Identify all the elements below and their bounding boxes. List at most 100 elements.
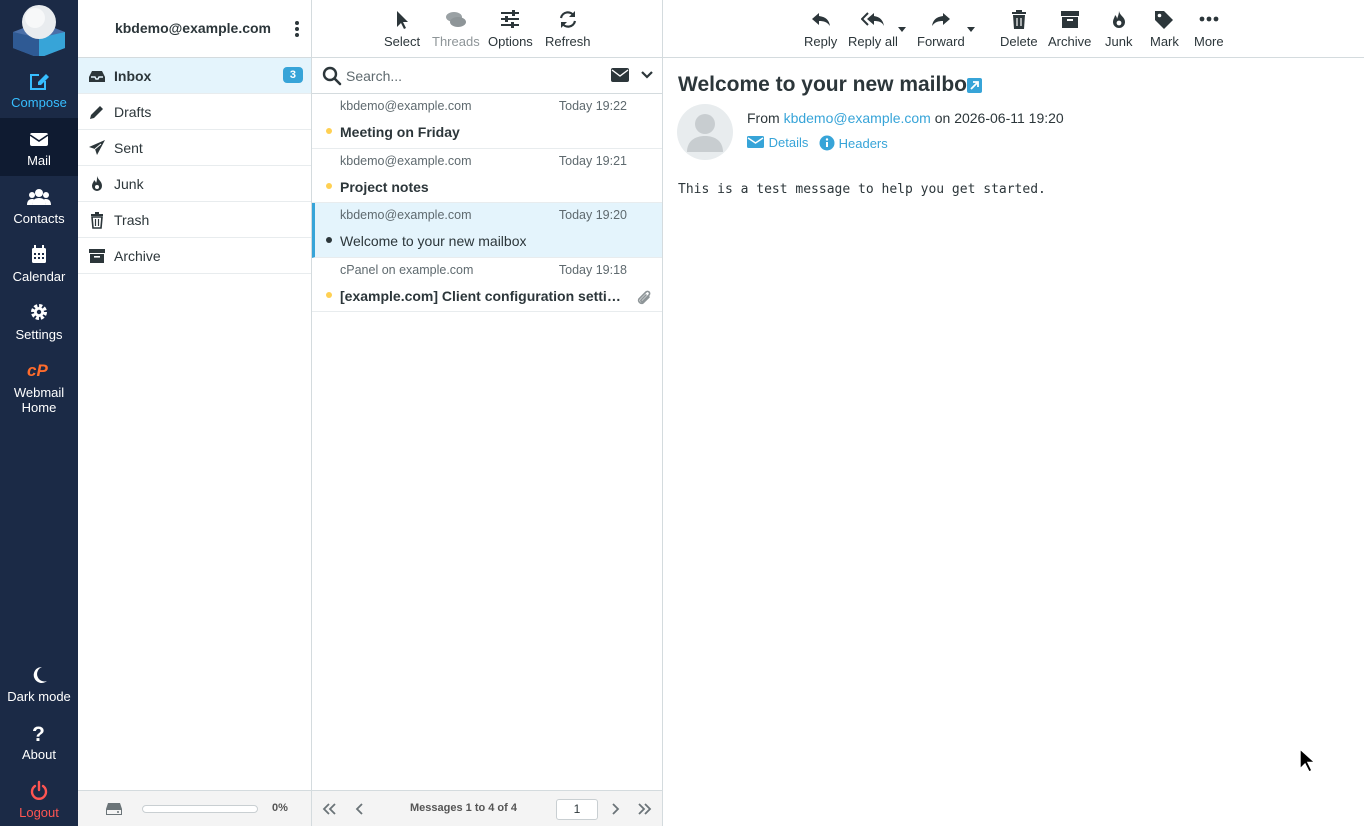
forward-button[interactable]: Forward (917, 9, 965, 49)
account-name: kbdemo@example.com (114, 20, 272, 36)
mark-button[interactable]: Mark (1150, 9, 1179, 49)
folder-header: kbdemo@example.com (78, 0, 311, 58)
folder-sent[interactable]: Sent (78, 130, 311, 166)
calendar-label: Calendar (12, 269, 66, 284)
unread-dot (326, 128, 332, 134)
folder-archive[interactable]: Archive (78, 238, 311, 274)
reply-all-dropdown-icon[interactable] (898, 27, 906, 32)
message-row[interactable]: kbdemo@example.com Today 19:22 Meeting o… (312, 94, 662, 149)
reply-label: Reply (804, 34, 838, 49)
power-icon (30, 780, 48, 800)
delete-label: Delete (1000, 34, 1038, 49)
roundcube-logo[interactable] (13, 4, 65, 56)
pagination-bar: Messages 1 to 4 of 4 1 (312, 790, 662, 826)
first-page-icon[interactable] (321, 802, 337, 816)
chevron-down-icon[interactable] (641, 70, 653, 80)
logout-button[interactable]: Logout (0, 770, 78, 826)
message-row[interactable]: kbdemo@example.com Today 19:21 Project n… (312, 149, 662, 203)
compose-button[interactable]: Compose (0, 60, 78, 118)
sliders-icon (501, 10, 520, 28)
kebab-menu-icon[interactable] (291, 20, 303, 38)
refresh-button[interactable]: Refresh (545, 9, 591, 49)
message-row[interactable]: cPanel on example.com Today 19:18 [examp… (312, 258, 662, 312)
message-sender: kbdemo@example.com (340, 208, 472, 222)
details-label: Details (768, 135, 809, 150)
refresh-label: Refresh (545, 34, 591, 49)
open-in-new-window-icon[interactable] (967, 78, 982, 93)
mouse-cursor-icon (1299, 748, 1317, 773)
svg-text:?: ? (32, 723, 45, 744)
archive-label: Archive (1048, 34, 1092, 49)
more-button[interactable]: More (1194, 9, 1224, 49)
folder-label: Junk (114, 176, 144, 192)
folder-inbox[interactable]: Inbox 3 (78, 58, 311, 94)
fire-icon (92, 176, 102, 191)
settings-button[interactable]: Settings (0, 292, 78, 350)
folder-label: Trash (114, 212, 150, 228)
forward-icon (931, 13, 950, 26)
reply-all-button[interactable]: Reply all (848, 9, 898, 49)
about-button[interactable]: ? About (0, 712, 78, 770)
sender-avatar (677, 104, 733, 160)
message-sender: kbdemo@example.com (340, 153, 472, 168)
sender-email-link[interactable]: kbdemo@example.com (784, 110, 931, 126)
quota-percent: 0% (272, 802, 288, 814)
settings-label: Settings (15, 327, 63, 342)
reply-button[interactable]: Reply (804, 9, 837, 49)
envelope-icon (747, 136, 764, 148)
dark-mode-button[interactable]: Dark mode (0, 654, 78, 712)
webmail-home-button[interactable]: cP Webmail Home (0, 350, 78, 415)
compose-label: Compose (11, 95, 67, 110)
dark-mode-label: Dark mode (7, 689, 71, 704)
folder-pane: kbdemo@example.com Inbox 3 Drafts Sent J… (78, 0, 312, 826)
more-label: More (1194, 34, 1224, 49)
threads-label: Threads (432, 34, 480, 49)
junk-button[interactable]: Junk (1105, 9, 1132, 49)
folder-junk[interactable]: Junk (78, 166, 311, 202)
threads-button[interactable]: Threads (432, 9, 480, 49)
message-count: Messages 1 to 4 of 4 (410, 802, 517, 814)
tag-icon (1155, 11, 1174, 29)
message-date: Today 19:20 (558, 208, 627, 222)
archive-icon (89, 249, 105, 263)
trash-icon (91, 212, 103, 229)
page-number-input[interactable]: 1 (556, 799, 598, 820)
contacts-button[interactable]: Contacts (0, 176, 78, 234)
message-list: kbdemo@example.com Today 19:22 Meeting o… (312, 94, 662, 312)
message-row[interactable]: kbdemo@example.com Today 19:20 Welcome t… (312, 203, 662, 258)
junk-label: Junk (1105, 34, 1133, 49)
from-prefix: From (747, 110, 780, 126)
previous-page-icon[interactable] (355, 802, 365, 816)
forward-dropdown-icon[interactable] (967, 27, 975, 32)
select-button[interactable]: Select (384, 9, 420, 49)
last-page-icon[interactable] (637, 802, 653, 816)
unread-dot (326, 182, 332, 189)
mail-icon (29, 133, 49, 146)
envelope-icon[interactable] (611, 68, 629, 82)
folder-label: Drafts (114, 104, 152, 120)
cpanel-icon: cP (27, 361, 48, 380)
ellipsis-icon (1199, 16, 1219, 22)
headers-link[interactable]: Headers (819, 135, 888, 151)
next-page-icon[interactable] (610, 802, 620, 816)
mail-button[interactable]: Mail (0, 118, 78, 176)
calendar-button[interactable]: Calendar (0, 234, 78, 292)
message-date: Today 19:21 (558, 153, 627, 168)
delete-button[interactable]: Delete (1000, 9, 1038, 49)
calendar-icon (32, 245, 46, 263)
options-label: Options (488, 34, 533, 49)
archive-button[interactable]: Archive (1048, 9, 1091, 49)
headers-label: Headers (838, 136, 888, 151)
message-sender: kbdemo@example.com (340, 99, 472, 113)
svg-text:cP: cP (27, 361, 48, 380)
folder-trash[interactable]: Trash (78, 202, 311, 238)
trash-icon (1011, 10, 1026, 29)
about-label: About (22, 747, 56, 762)
user-silhouette-icon (687, 114, 723, 152)
message-subject: Project notes (340, 178, 429, 195)
folder-drafts[interactable]: Drafts (78, 94, 311, 130)
search-input[interactable] (346, 65, 596, 87)
options-button[interactable]: Options (488, 9, 533, 49)
details-link[interactable]: Details (747, 135, 808, 150)
fire-icon (1112, 11, 1125, 28)
